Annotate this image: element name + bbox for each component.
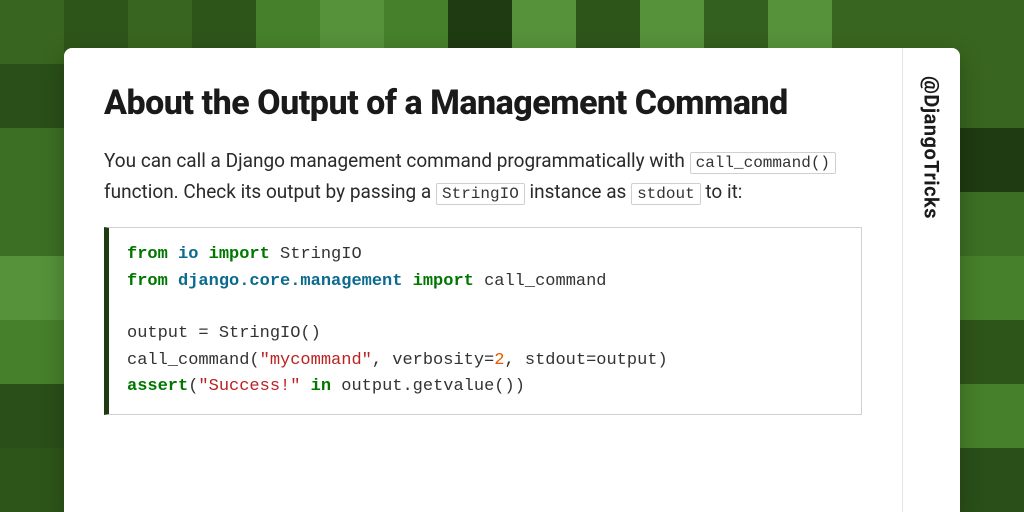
- lead-paragraph: You can call a Django management command…: [104, 145, 862, 208]
- code-module: io: [178, 245, 198, 264]
- code-text: , stdout=output): [504, 351, 667, 370]
- code-string: "mycommand": [260, 351, 372, 370]
- inline-code-stdout: stdout: [631, 183, 701, 205]
- page-title: About the Output of a Management Command: [104, 82, 862, 125]
- code-string: "Success!": [198, 377, 300, 396]
- inline-code-stringio: StringIO: [436, 183, 525, 205]
- code-ident: StringIO: [270, 245, 362, 264]
- handle-column: @DjangoTricks: [902, 48, 960, 512]
- code-keyword: assert: [127, 377, 188, 396]
- content-area: About the Output of a Management Command…: [64, 48, 902, 512]
- author-handle: @DjangoTricks: [920, 76, 944, 219]
- code-module: django.core.management: [178, 272, 402, 291]
- lead-text: You can call a Django management command…: [104, 149, 690, 172]
- code-keyword: from: [127, 245, 168, 264]
- code-keyword: import: [209, 245, 270, 264]
- code-keyword: import: [413, 272, 474, 291]
- card: About the Output of a Management Command…: [64, 48, 960, 512]
- code-number: 2: [494, 351, 504, 370]
- code-block: from io import StringIO from django.core…: [104, 227, 862, 415]
- lead-text: instance as: [525, 180, 631, 203]
- code-text: output.getvalue()): [331, 377, 525, 396]
- lead-text: to it:: [701, 180, 743, 203]
- code-keyword: in: [311, 377, 331, 396]
- lead-text: function. Check its output by passing a: [104, 180, 436, 203]
- code-text: , verbosity=: [372, 351, 494, 370]
- inline-code-call-command: call_command(): [690, 152, 836, 174]
- code-keyword: from: [127, 272, 168, 291]
- code-text: call_command(: [127, 351, 260, 370]
- code-line: output = StringIO(): [127, 324, 321, 343]
- code-ident: call_command: [474, 272, 607, 291]
- code-text: (: [188, 377, 198, 396]
